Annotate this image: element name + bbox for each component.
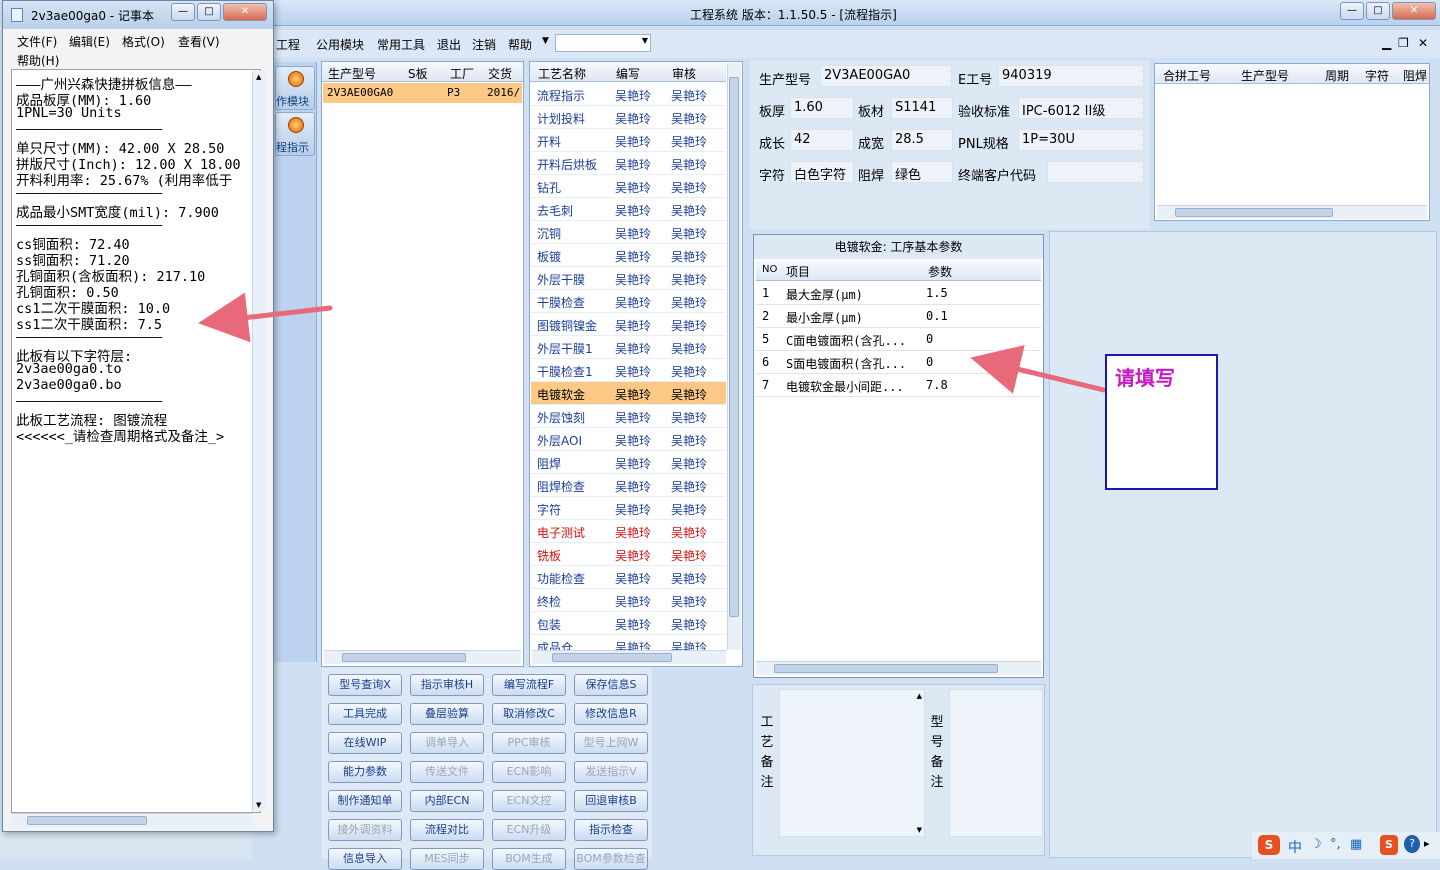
help-icon[interactable]: ?: [1404, 835, 1420, 853]
skin-icon[interactable]: S: [1380, 835, 1398, 855]
arrow-to-notepad: [198, 292, 333, 343]
annotation-callout: 请填写: [1105, 354, 1218, 490]
callout-text: 请填写: [1115, 366, 1175, 390]
annotation-arrows: [198, 292, 1107, 394]
ime-mode[interactable]: 中: [1288, 837, 1302, 857]
sogou-ime-icon[interactable]: S: [1258, 835, 1280, 855]
punctuation-icon[interactable]: °,: [1330, 837, 1341, 852]
tray-menu-icon[interactable]: ▸: [1424, 837, 1430, 850]
system-tray: S 中 ☽ °, ▦ S ? ▸: [1252, 832, 1440, 859]
keyboard-icon[interactable]: ▦: [1350, 837, 1362, 852]
arrow-to-params: [970, 345, 1107, 394]
moon-icon[interactable]: ☽: [1310, 837, 1322, 852]
